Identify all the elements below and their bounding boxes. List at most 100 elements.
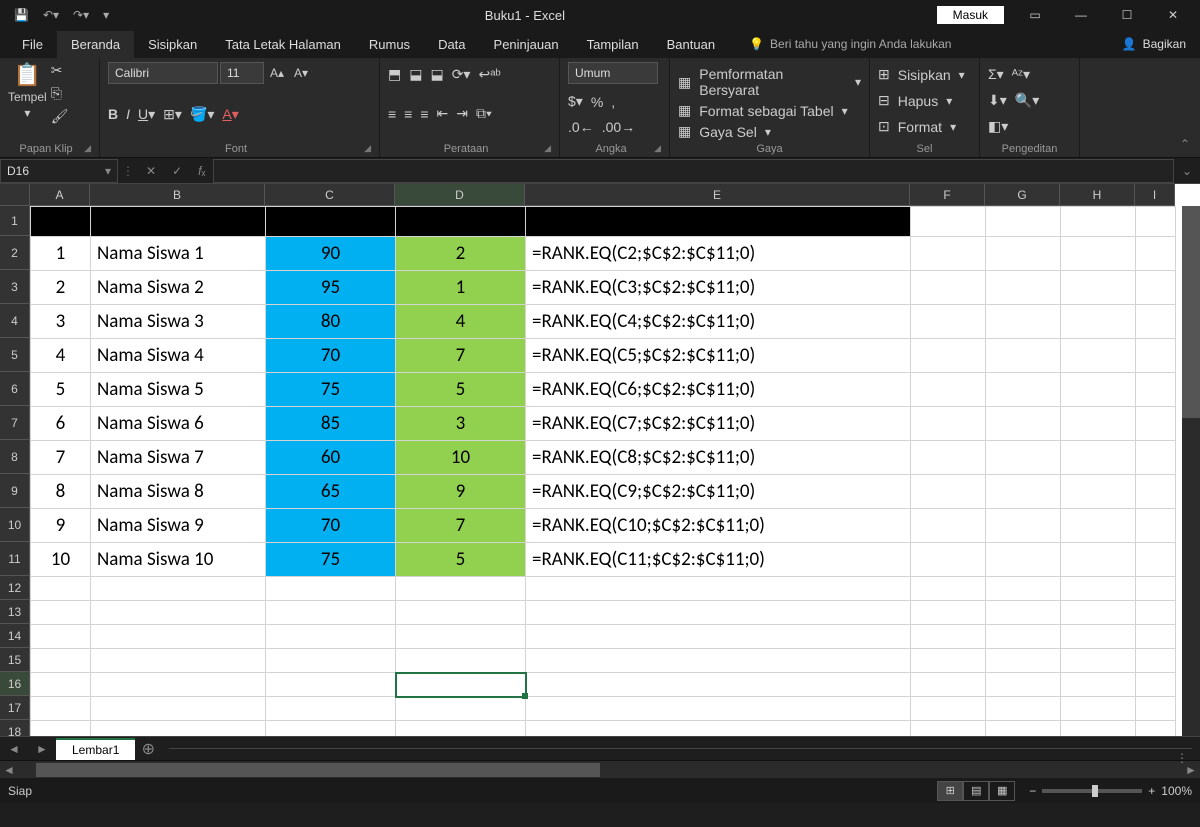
paste-button[interactable]: 📋 Tempel ▾: [8, 62, 47, 120]
cell[interactable]: [1136, 373, 1176, 407]
sheet-prev-icon[interactable]: ◄: [0, 742, 28, 756]
cell[interactable]: [1136, 601, 1176, 625]
cell[interactable]: [1136, 339, 1176, 373]
cell[interactable]: [986, 407, 1061, 441]
sheet-tab[interactable]: Lembar1: [56, 738, 135, 760]
cell-rumus[interactable]: =RANK.EQ(C6;$C$2:$C$11;0): [526, 373, 911, 407]
page-break-view-icon[interactable]: ▦: [989, 781, 1015, 801]
cell[interactable]: [396, 601, 526, 625]
align-bottom-icon[interactable]: ⬓: [430, 66, 443, 83]
cell[interactable]: [1136, 207, 1176, 237]
insert-cells-button[interactable]: Sisipkan: [898, 67, 951, 83]
cell-no[interactable]: 7: [31, 441, 91, 475]
cell[interactable]: [1136, 697, 1176, 721]
cell-nilai[interactable]: 65: [266, 475, 396, 509]
cell[interactable]: [31, 697, 91, 721]
cell[interactable]: [986, 441, 1061, 475]
autosum-icon[interactable]: Σ▾: [988, 66, 1004, 83]
tab-tampilan[interactable]: Tampilan: [573, 31, 653, 58]
bold-button[interactable]: B: [108, 106, 118, 122]
collapse-ribbon-icon[interactable]: ⌃: [1170, 131, 1200, 157]
redo-icon[interactable]: ↷▾: [69, 6, 93, 24]
cell-no[interactable]: 9: [31, 509, 91, 543]
cell[interactable]: [31, 577, 91, 601]
cell-ranking[interactable]: 10: [396, 441, 526, 475]
cell-nama[interactable]: Nama Siswa 9: [91, 509, 266, 543]
cell[interactable]: [911, 207, 986, 237]
row-header-16[interactable]: 16: [0, 672, 30, 696]
format-table-icon[interactable]: ▦: [678, 102, 691, 119]
cell[interactable]: [911, 339, 986, 373]
cell-no[interactable]: 6: [31, 407, 91, 441]
qat-dropdown-icon[interactable]: ▾: [99, 6, 113, 24]
horizontal-scrollbar[interactable]: ◄ ►: [0, 760, 1200, 778]
header-ranking[interactable]: RANKING: [396, 207, 526, 237]
cell[interactable]: [396, 649, 526, 673]
scroll-left-icon[interactable]: ◄: [0, 763, 18, 777]
tab-beranda[interactable]: Beranda: [57, 31, 134, 58]
tab-sisipkan[interactable]: Sisipkan: [134, 31, 211, 58]
cell[interactable]: [1061, 601, 1136, 625]
cell[interactable]: [91, 601, 266, 625]
cell-no[interactable]: 8: [31, 475, 91, 509]
cell[interactable]: [91, 673, 266, 697]
cell[interactable]: [1136, 305, 1176, 339]
chevron-down-icon[interactable]: ▾: [105, 164, 111, 178]
cell[interactable]: [266, 601, 396, 625]
row-header-3[interactable]: 3: [0, 270, 30, 304]
cell[interactable]: [1061, 697, 1136, 721]
font-size-select[interactable]: [220, 62, 264, 84]
cell-ranking[interactable]: 9: [396, 475, 526, 509]
italic-button[interactable]: I: [126, 106, 130, 122]
cell-rumus[interactable]: =RANK.EQ(C7;$C$2:$C$11;0): [526, 407, 911, 441]
cell[interactable]: [911, 577, 986, 601]
cell[interactable]: [1061, 649, 1136, 673]
sort-filter-icon[interactable]: ᴬᶻ▾: [1012, 66, 1030, 83]
maximize-icon[interactable]: ☐: [1104, 0, 1150, 30]
cell[interactable]: [986, 577, 1061, 601]
decrease-font-icon[interactable]: A▾: [290, 66, 312, 80]
cell[interactable]: [1061, 625, 1136, 649]
increase-font-icon[interactable]: A▴: [266, 66, 288, 80]
cell[interactable]: [911, 237, 986, 271]
cell[interactable]: [1061, 339, 1136, 373]
cell[interactable]: [1061, 577, 1136, 601]
sheet-next-icon[interactable]: ►: [28, 742, 56, 756]
cell-ranking[interactable]: 5: [396, 543, 526, 577]
cell[interactable]: [266, 649, 396, 673]
cell[interactable]: [526, 721, 911, 737]
tab-peninjauan[interactable]: Peninjauan: [480, 31, 573, 58]
cell[interactable]: [526, 601, 911, 625]
cell[interactable]: [91, 577, 266, 601]
cell[interactable]: [1136, 577, 1176, 601]
column-header-C[interactable]: C: [265, 184, 395, 206]
header-no[interactable]: NO: [31, 207, 91, 237]
row-header-12[interactable]: 12: [0, 576, 30, 600]
cell[interactable]: [266, 697, 396, 721]
increase-decimal-icon[interactable]: .0←: [568, 119, 594, 135]
cell-nama[interactable]: Nama Siswa 5: [91, 373, 266, 407]
cell[interactable]: [1136, 673, 1176, 697]
cell[interactable]: [396, 577, 526, 601]
cell-nama[interactable]: Nama Siswa 3: [91, 305, 266, 339]
zoom-level[interactable]: 100%: [1161, 784, 1192, 798]
row-header-17[interactable]: 17: [0, 696, 30, 720]
row-header-7[interactable]: 7: [0, 406, 30, 440]
column-header-B[interactable]: B: [90, 184, 265, 206]
cell[interactable]: [91, 649, 266, 673]
percent-icon[interactable]: %: [591, 94, 603, 110]
cell[interactable]: [911, 697, 986, 721]
cell[interactable]: [1136, 625, 1176, 649]
align-right-icon[interactable]: ≡: [420, 106, 428, 122]
cell[interactable]: [266, 721, 396, 737]
tab-data[interactable]: Data: [424, 31, 479, 58]
cell[interactable]: [911, 407, 986, 441]
font-name-select[interactable]: [108, 62, 218, 84]
cell[interactable]: [911, 271, 986, 305]
dialog-launcher-icon[interactable]: ◢: [654, 143, 661, 154]
cell[interactable]: [1136, 441, 1176, 475]
cell-nama[interactable]: Nama Siswa 2: [91, 271, 266, 305]
cell[interactable]: [1136, 721, 1176, 737]
cell[interactable]: [1136, 271, 1176, 305]
cell-ranking[interactable]: 7: [396, 509, 526, 543]
